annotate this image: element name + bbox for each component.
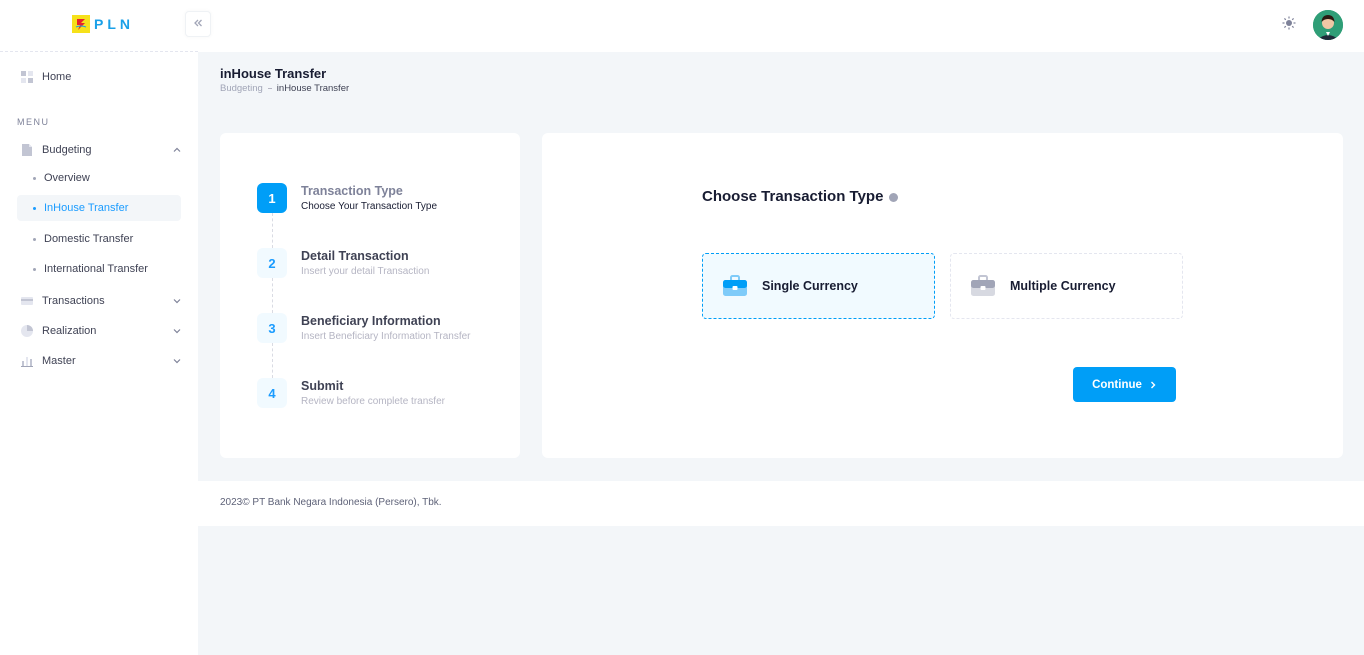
bullet-icon — [33, 206, 36, 210]
bar-chart-icon — [21, 355, 33, 367]
step-connector — [272, 278, 273, 313]
chevron-down-icon — [173, 326, 181, 338]
arrow-right-icon — [1149, 381, 1157, 389]
sidebar-collapse-button[interactable] — [185, 11, 211, 37]
step-submit: 4 Submit Review before complete transfer — [257, 378, 445, 408]
step-beneficiary-information: 3 Beneficiary Information Insert Benefic… — [257, 313, 471, 343]
breadcrumb: Budgeting inHouse Transfer — [220, 83, 349, 94]
brand-logo[interactable]: PLN — [72, 15, 134, 33]
step-text: Transaction Type Choose Your Transaction… — [301, 183, 437, 213]
chevron-down-icon — [173, 356, 181, 368]
step-description: Review before complete transfer — [301, 396, 445, 407]
chevron-up-icon — [173, 145, 181, 157]
transaction-type-card: Choose Transaction Type Single Currency … — [542, 133, 1343, 458]
step-number: 1 — [257, 183, 287, 213]
footer-copyright: 2023© PT Bank Negara Indonesia (Persero)… — [220, 497, 442, 508]
sidebar: PLN Home MENU Budgeting Overview InHouse… — [0, 0, 198, 655]
chevron-down-icon — [173, 296, 181, 308]
step-title: Submit — [301, 379, 344, 393]
continue-label: Continue — [1092, 378, 1142, 391]
card-icon — [21, 295, 33, 307]
step-description: Choose Your Transaction Type — [301, 201, 438, 212]
bullet-icon — [33, 237, 36, 241]
top-header — [185, 0, 1364, 52]
step-title: Detail Transaction — [301, 249, 409, 263]
user-avatar[interactable] — [1313, 10, 1343, 40]
briefcase-icon — [722, 273, 748, 299]
sidebar-subitem-label: International Transfer — [44, 263, 148, 275]
menu-section-label: MENU — [17, 117, 50, 127]
page-title: inHouse Transfer — [220, 66, 327, 81]
step-number: 2 — [257, 248, 287, 278]
briefcase-icon — [970, 273, 996, 299]
option-label: Multiple Currency — [1010, 279, 1116, 293]
heading-text: Choose Transaction Type — [702, 188, 884, 205]
grid-icon — [21, 71, 33, 83]
info-icon[interactable] — [889, 193, 899, 202]
sidebar-item-label: Realization — [42, 325, 97, 337]
step-description: Insert Beneficiary Information Transfer — [301, 331, 471, 342]
step-transaction-type: 1 Transaction Type Choose Your Transacti… — [257, 183, 437, 213]
sidebar-item-label: Master — [42, 355, 76, 367]
sidebar-subitem-overview[interactable]: Overview — [17, 165, 181, 191]
sidebar-item-label: Transactions — [42, 295, 105, 307]
sidebar-item-transactions[interactable]: Transactions — [17, 288, 181, 314]
sidebar-item-realization[interactable]: Realization — [17, 318, 181, 344]
continue-button[interactable]: Continue — [1073, 367, 1176, 402]
step-connector — [272, 343, 273, 378]
stepper-card: 1 Transaction Type Choose Your Transacti… — [220, 133, 520, 458]
sidebar-item-master[interactable]: Master — [17, 348, 181, 374]
theme-toggle-button[interactable] — [1281, 16, 1297, 35]
pie-chart-icon — [21, 325, 33, 337]
sidebar-item-label: Budgeting — [42, 144, 92, 156]
step-text: Submit Review before complete transfer — [301, 378, 445, 408]
sidebar-item-label: Home — [42, 71, 72, 83]
logo-area: PLN — [0, 0, 198, 52]
step-connector — [272, 213, 273, 248]
step-text: Beneficiary Information Insert Beneficia… — [301, 313, 471, 343]
sun-icon — [1282, 16, 1296, 35]
sidebar-subitem-label: Overview — [44, 172, 90, 184]
sidebar-item-home[interactable]: Home — [17, 64, 181, 90]
pln-logo-icon — [72, 15, 90, 33]
step-title: Beneficiary Information — [301, 314, 441, 328]
bullet-icon — [33, 176, 36, 180]
step-detail-transaction: 2 Detail Transaction Insert your detail … — [257, 248, 429, 278]
sidebar-subitem-domestic-transfer[interactable]: Domestic Transfer — [17, 226, 181, 252]
step-text: Detail Transaction Insert your detail Tr… — [301, 248, 429, 278]
breadcrumb-separator — [267, 88, 272, 89]
step-description: Insert your detail Transaction — [301, 266, 430, 277]
step-number: 4 — [257, 378, 287, 408]
footer: 2023© PT Bank Negara Indonesia (Persero)… — [198, 481, 1364, 526]
option-label: Single Currency — [762, 279, 858, 293]
step-title: Transaction Type — [301, 184, 403, 198]
option-single-currency[interactable]: Single Currency — [702, 253, 935, 319]
option-multiple-currency[interactable]: Multiple Currency — [950, 253, 1183, 319]
breadcrumb-item-current: inHouse Transfer — [276, 83, 350, 94]
double-chevron-left-icon — [193, 15, 203, 33]
sidebar-item-budgeting[interactable]: Budgeting — [17, 137, 181, 163]
sidebar-subitem-label: InHouse Transfer — [44, 202, 129, 214]
breadcrumb-item-budgeting[interactable]: Budgeting — [220, 83, 263, 94]
sidebar-subitem-label: Domestic Transfer — [44, 233, 134, 245]
bullet-icon — [33, 267, 36, 271]
document-icon — [21, 144, 33, 156]
sidebar-subitem-inhouse-transfer[interactable]: InHouse Transfer — [17, 195, 181, 221]
step-number: 3 — [257, 313, 287, 343]
choose-transaction-heading: Choose Transaction Type — [702, 188, 899, 205]
brand-name: PLN — [94, 16, 134, 32]
sidebar-subitem-international-transfer[interactable]: International Transfer — [17, 256, 181, 282]
